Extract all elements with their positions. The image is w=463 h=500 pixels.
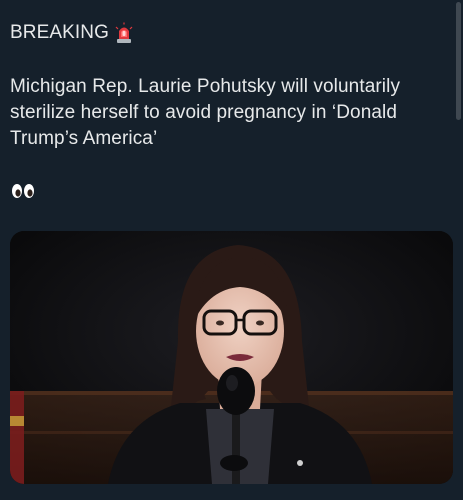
breaking-label: BREAKING: [10, 22, 109, 43]
tweet-post: BREAKING Michigan Rep. Laurie Pohutsky w…: [0, 0, 463, 500]
post-image[interactable]: [10, 231, 453, 484]
rotating-light-icon: [115, 22, 133, 43]
eyes-icon: [12, 184, 34, 198]
scrollbar[interactable]: [456, 2, 461, 120]
speaker-photo: [10, 231, 453, 484]
post-text: Michigan Rep. Laurie Pohutsky will volun…: [10, 76, 401, 149]
breaking-header: BREAKING: [10, 20, 133, 46]
